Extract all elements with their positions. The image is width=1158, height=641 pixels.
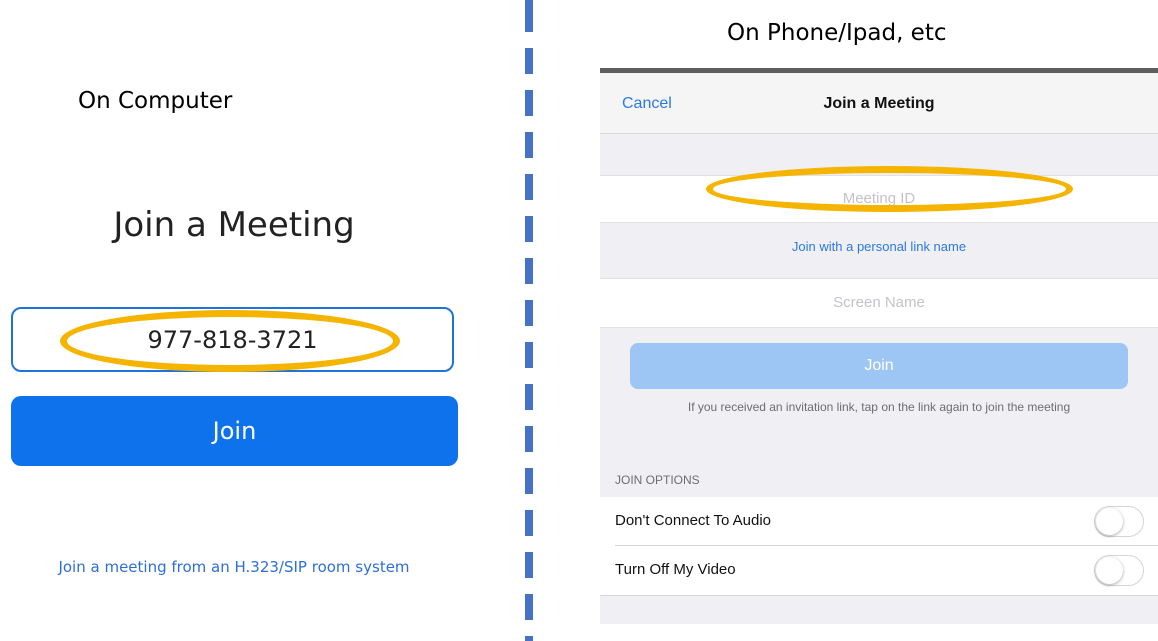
join-options-header: JOIN OPTIONS — [615, 473, 700, 487]
screen-name-field[interactable]: Screen Name — [600, 278, 1158, 328]
invitation-hint: If you received an invitation link, tap … — [687, 400, 1071, 414]
desktop-join-title: Join a Meeting — [113, 205, 355, 245]
screen-name-placeholder: Screen Name — [833, 294, 925, 311]
personal-link-name-link[interactable]: Join with a personal link name — [600, 239, 1158, 254]
computer-caption: On Computer — [78, 88, 233, 114]
option-label-audio: Don't Connect To Audio — [615, 512, 772, 529]
toggle-knob — [1096, 508, 1123, 535]
video-toggle[interactable] — [1094, 555, 1144, 586]
phone-nav-bar: Cancel Join a Meeting — [600, 73, 1158, 134]
toggle-knob — [1096, 557, 1123, 584]
meeting-id-placeholder: Meeting ID — [842, 190, 916, 207]
phone-caption: On Phone/Ipad, etc — [727, 20, 947, 46]
desktop-meeting-id-input[interactable]: 977-818-3721 — [11, 307, 454, 372]
phone-join-title: Join a Meeting — [823, 95, 935, 112]
option-row-audio: Don't Connect To Audio — [600, 497, 1158, 546]
phone-screen: Cancel Join a Meeting Meeting ID Join wi… — [600, 68, 1158, 624]
phone-join-button[interactable]: Join — [630, 343, 1128, 389]
option-label-video: Turn Off My Video — [615, 561, 736, 578]
sip-room-system-link[interactable]: Join a meeting from an H.323/SIP room sy… — [0, 558, 468, 576]
desktop-meeting-id-value: 977-818-3721 — [147, 325, 318, 354]
dashed-divider — [525, 0, 533, 641]
audio-toggle[interactable] — [1094, 506, 1144, 537]
desktop-join-button[interactable]: Join — [11, 396, 458, 466]
meeting-id-field[interactable]: Meeting ID — [600, 175, 1158, 223]
option-row-video: Turn Off My Video — [600, 546, 1158, 596]
